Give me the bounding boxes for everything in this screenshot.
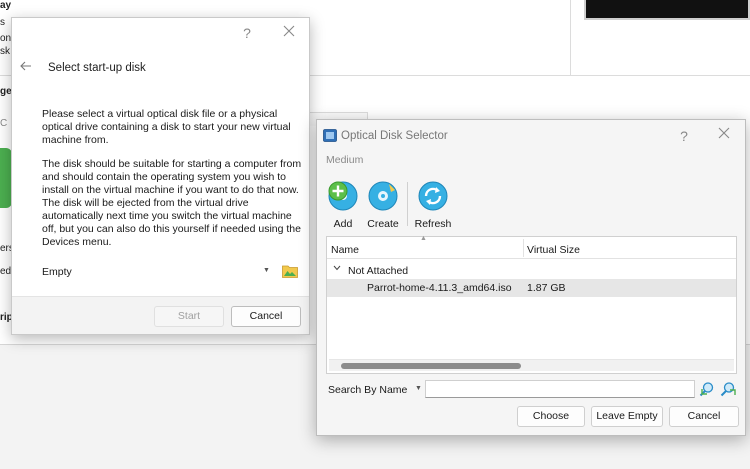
help-button[interactable]: ? [675,127,693,145]
search-next-icon [720,382,736,397]
create-disk-button[interactable]: Create [365,180,401,230]
refresh-icon [418,181,448,211]
medium-label: Medium [326,154,364,166]
description-text: The disk should be suitable for starting… [42,158,302,248]
leave-empty-button[interactable]: Leave Empty [591,406,663,427]
optical-disk-selector-dialog: Optical Disk Selector ? Medium Add Creat… [316,119,746,436]
start-button[interactable]: Start [154,306,224,327]
refresh-button[interactable]: Refresh [413,180,453,230]
dropdown-arrow-icon[interactable]: ▼ [415,385,422,392]
group-label: Not Attached [348,265,409,277]
dialog-title: Optical Disk Selector [341,130,448,142]
column-header-name[interactable]: Name [331,244,359,256]
close-icon [283,25,295,37]
add-disk-button[interactable]: Add [325,180,361,230]
cancel-button[interactable]: Cancel [669,406,739,427]
virtualbox-app-icon [323,129,337,145]
background-text-fragment: ay [0,0,12,11]
horizontal-scrollbar[interactable] [329,359,734,371]
search-previous-icon [699,382,714,397]
scrollbar-thumb[interactable] [341,363,521,369]
tree-header: ▲ Name Virtual Size [327,235,736,259]
create-label: Create [367,218,399,230]
close-button[interactable] [280,24,298,42]
choose-disk-button[interactable] [282,264,298,281]
disk-selector-value[interactable]: Empty [42,266,72,278]
search-input[interactable] [425,380,695,398]
back-button[interactable] [20,58,32,74]
disk-name: Parrot-home-4.11.3_amd64.iso [367,282,512,294]
disk-tree-view[interactable]: ▲ Name Virtual Size Not Attached Parrot-… [326,235,737,374]
dialog-footer: Start Cancel [12,296,309,334]
folder-icon [282,265,298,278]
table-row[interactable]: Parrot-home-4.11.3_amd64.iso 1.87 GB [327,279,736,297]
search-previous-button[interactable] [699,381,715,400]
close-button[interactable] [715,126,733,144]
toolbar-separator [407,182,408,226]
cancel-button[interactable]: Cancel [231,306,301,327]
startup-disk-dialog: ? Select start-up disk Please select a v… [11,17,310,335]
add-label: Add [333,218,353,230]
background-separator [570,0,571,75]
sort-indicator-icon: ▲ [420,235,427,242]
help-button[interactable]: ? [238,24,256,42]
vm-preview-thumbnail [584,0,750,20]
back-arrow-icon [20,61,31,71]
search-mode-label[interactable]: Search By Name [328,384,407,396]
chevron-down-icon[interactable] [333,264,341,273]
disk-size: 1.87 GB [527,282,566,294]
refresh-label: Refresh [414,218,452,230]
instruction-text: Please select a virtual optical disk fil… [42,108,291,146]
search-next-button[interactable] [720,381,736,400]
tree-group-not-attached[interactable]: Not Attached [327,264,736,279]
column-header-virtual-size[interactable]: Virtual Size [527,244,580,256]
choose-button[interactable]: Choose [517,406,585,427]
dialog-title: Select start-up disk [48,62,146,74]
create-disk-icon [368,181,398,211]
add-disk-icon [328,181,358,211]
dropdown-arrow-icon[interactable]: ▼ [263,267,270,274]
column-divider[interactable] [523,239,524,257]
close-icon [718,127,730,139]
